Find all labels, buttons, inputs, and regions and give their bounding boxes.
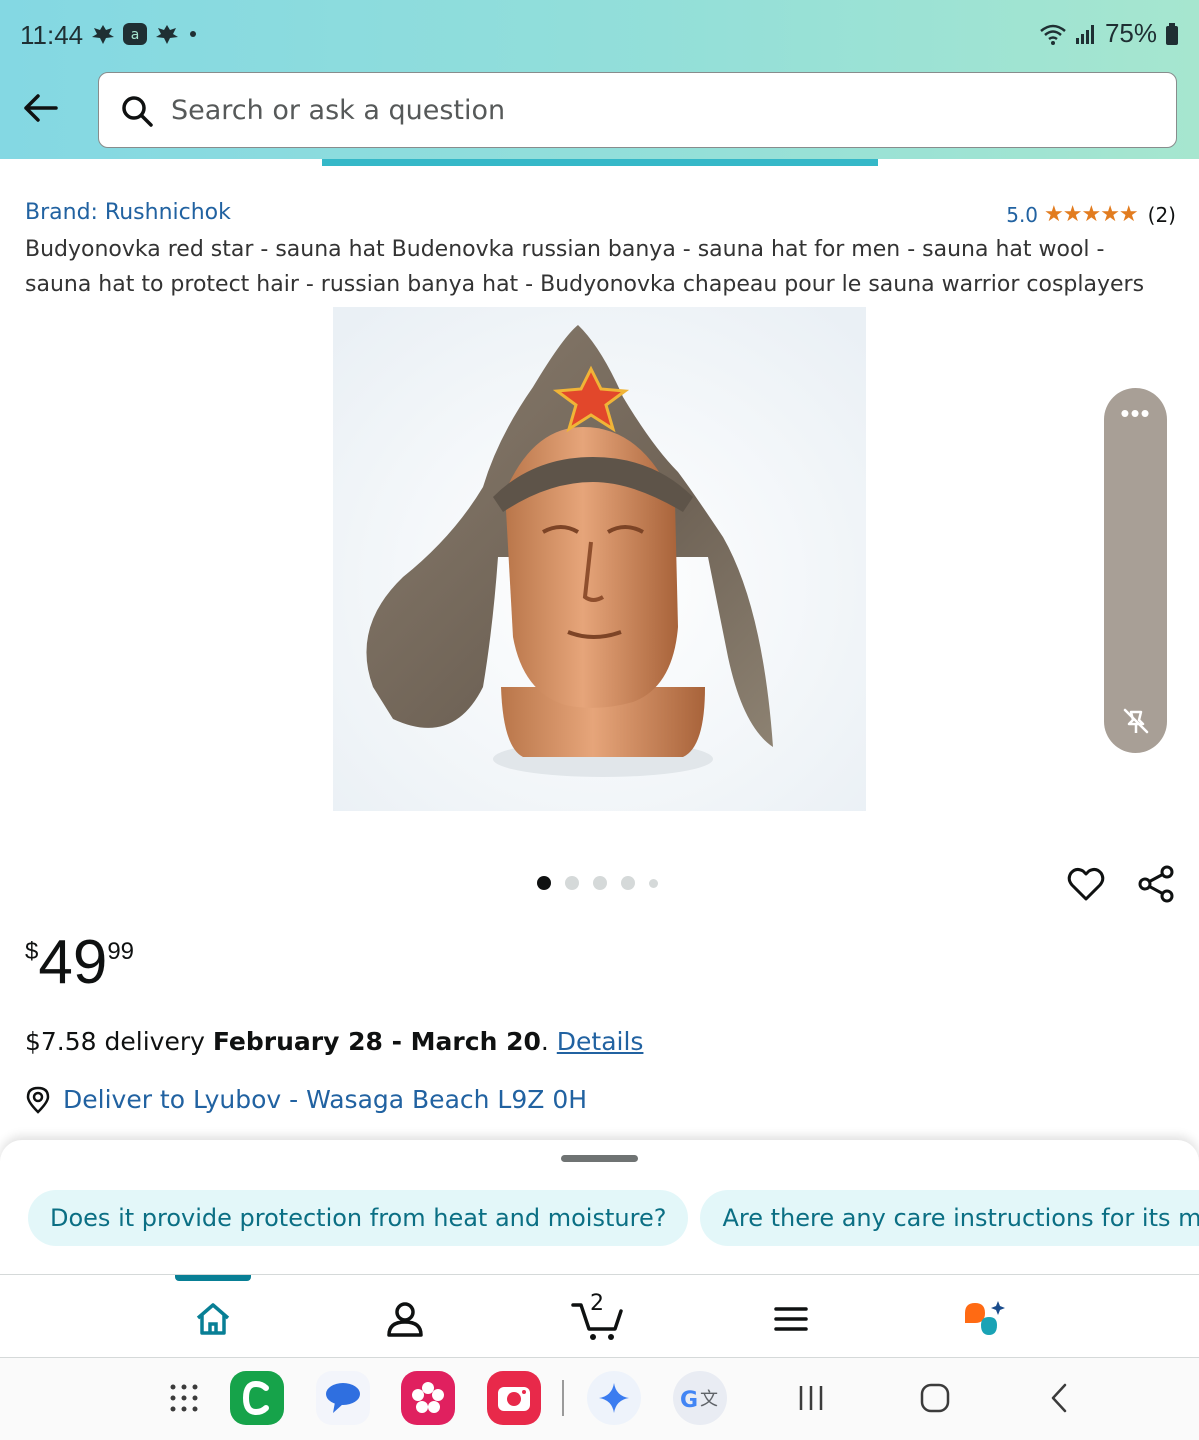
- brand-link[interactable]: Brand: Rushnichok: [25, 200, 231, 225]
- suggestion-sheet: Does it provide protection from heat and…: [0, 1140, 1199, 1274]
- nav-account[interactable]: [375, 1295, 435, 1343]
- bottom-nav: 2: [0, 1274, 1199, 1358]
- messages-icon: [316, 1371, 370, 1425]
- a-notification-icon: a: [123, 23, 147, 45]
- status-time: 11:44: [20, 20, 84, 50]
- system-back-button[interactable]: [1031, 1370, 1087, 1426]
- svg-text:a: a: [131, 27, 140, 43]
- delivery-dates: February 28 - March 20: [212, 1027, 541, 1056]
- delivery-info: $7.58 delivery February 28 - March 20. D…: [25, 1027, 643, 1056]
- details-link[interactable]: Details: [557, 1027, 644, 1056]
- product-image[interactable]: [333, 307, 866, 811]
- notification-icons: a: [90, 22, 200, 46]
- signal-icon: [1075, 24, 1094, 44]
- nav-menu[interactable]: [761, 1295, 821, 1343]
- menu-icon: [774, 1307, 808, 1331]
- home-button[interactable]: [907, 1370, 963, 1426]
- recents-button[interactable]: [783, 1370, 839, 1426]
- translate-icon: G文: [673, 1371, 727, 1425]
- share-icon[interactable]: [1136, 864, 1176, 904]
- search-icon: [122, 96, 153, 127]
- c-app-icon: [230, 1371, 284, 1425]
- rating-summary[interactable]: 5.0 ★★★★★ (2): [1006, 202, 1176, 227]
- battery-level: 75%: [1104, 18, 1157, 48]
- blossom-app-icon: [401, 1371, 455, 1425]
- heart-icon[interactable]: [1066, 864, 1106, 904]
- more-options-icon[interactable]: •••: [1104, 398, 1167, 429]
- pagination-dot[interactable]: [649, 878, 658, 888]
- banner-strip: [322, 159, 878, 166]
- nav-home[interactable]: [183, 1295, 243, 1343]
- suggestion-chip[interactable]: Are there any care instructions for its …: [700, 1190, 1199, 1246]
- c-app-button[interactable]: [229, 1370, 285, 1426]
- location-pin-icon: [26, 1086, 50, 1114]
- translate-button[interactable]: G文: [672, 1370, 728, 1426]
- deliver-to-text: Deliver to Lyubov - Wasaga Beach L9Z 0H: [63, 1085, 588, 1114]
- active-tab-indicator: [175, 1275, 251, 1281]
- svg-text:G: G: [680, 1388, 698, 1413]
- delivery-cost: $7.58 delivery: [25, 1027, 213, 1056]
- nav-cart[interactable]: 2: [568, 1291, 628, 1343]
- wifi-icon: [1040, 24, 1066, 45]
- app-drawer-button[interactable]: [156, 1370, 212, 1426]
- price-symbol: $: [25, 938, 39, 965]
- suggestion-chips: Does it provide protection from heat and…: [28, 1190, 1199, 1246]
- sheet-drag-handle[interactable]: [561, 1155, 638, 1162]
- gemini-icon: [587, 1371, 641, 1425]
- home-icon: [196, 1303, 230, 1335]
- leaf-notification-icon: [156, 25, 178, 44]
- top-bar: 11:44 a 75%: [0, 0, 1199, 159]
- pagination-dot[interactable]: [537, 876, 551, 890]
- taskbar-divider: [556, 1370, 570, 1426]
- search-box[interactable]: [98, 72, 1177, 148]
- cart-count: 2: [590, 1291, 604, 1316]
- back-arrow-icon[interactable]: [18, 86, 62, 130]
- camera-app-icon: [487, 1371, 541, 1425]
- pagination-dot[interactable]: [593, 876, 607, 890]
- pagination-dot[interactable]: [565, 876, 579, 890]
- pagination-dot[interactable]: [621, 876, 635, 890]
- price-whole: 49: [38, 928, 108, 997]
- system-taskbar: G文: [0, 1358, 1199, 1440]
- battery-icon: [1166, 22, 1178, 45]
- recents-icon: [799, 1386, 823, 1410]
- account-icon: [387, 1302, 423, 1337]
- floating-edge-panel[interactable]: •••: [1104, 388, 1167, 753]
- rufus-icon: [965, 1301, 1005, 1335]
- home-button-icon: [920, 1383, 950, 1413]
- dot-icon: [190, 31, 196, 37]
- camera-app-button[interactable]: [486, 1370, 542, 1426]
- unpin-icon[interactable]: [1121, 706, 1151, 736]
- blossom-app-button[interactable]: [400, 1370, 456, 1426]
- svg-text:文: 文: [700, 1389, 718, 1410]
- product-title: Budyonovka red star - sauna hat Budenovk…: [25, 237, 1145, 297]
- gemini-button[interactable]: [586, 1370, 642, 1426]
- rating-count: (2): [1147, 202, 1176, 227]
- leaf-notification-icon: [92, 25, 114, 44]
- price: $ 49 99: [25, 928, 134, 998]
- star-rating-icon: ★★★★★: [1044, 202, 1139, 227]
- back-icon: [1051, 1383, 1067, 1413]
- messages-button[interactable]: [315, 1370, 371, 1426]
- nav-rufus[interactable]: [954, 1295, 1014, 1343]
- app-drawer-icon: [170, 1384, 198, 1412]
- delivery-period: .: [540, 1027, 557, 1056]
- deliver-to-link[interactable]: Deliver to Lyubov - Wasaga Beach L9Z 0H: [25, 1085, 587, 1114]
- status-right: 75%: [1039, 18, 1179, 49]
- image-pagination: [537, 876, 658, 890]
- price-fraction: 99: [107, 938, 135, 965]
- search-input[interactable]: [171, 73, 1151, 147]
- suggestion-chip[interactable]: Does it provide protection from heat and…: [28, 1190, 689, 1246]
- rating-value: 5.0: [1006, 202, 1039, 227]
